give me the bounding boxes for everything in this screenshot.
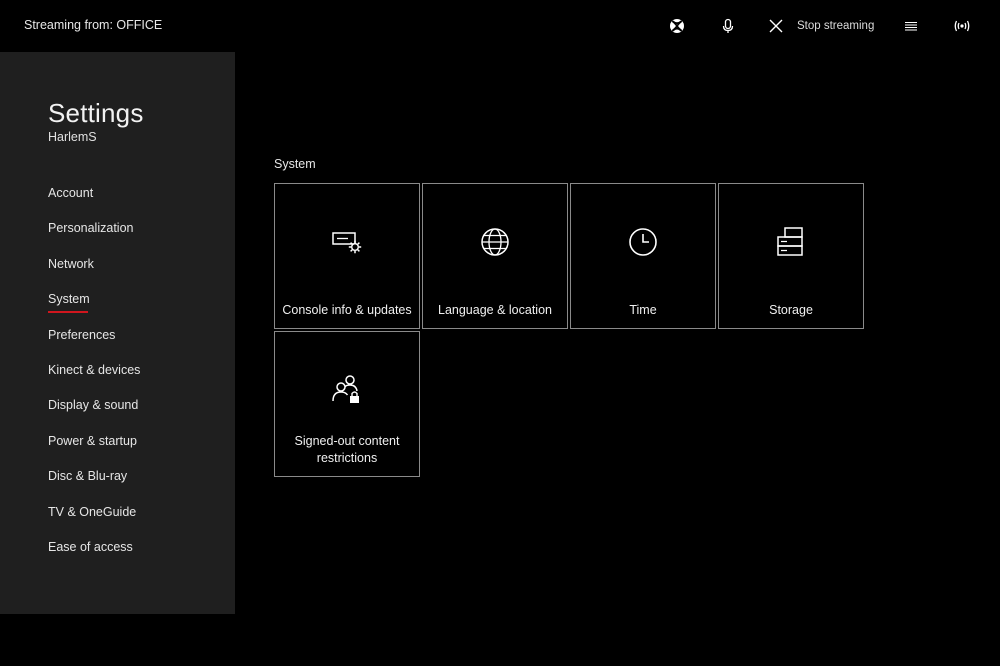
tile-label: Language & location	[438, 303, 552, 317]
sidebar-item-disc-bluray[interactable]: Disc & Blu-ray	[48, 469, 140, 504]
section-title: System	[274, 157, 316, 171]
users-lock-icon	[332, 375, 359, 403]
sidebar-item-tv-oneguide[interactable]: TV & OneGuide	[48, 505, 140, 540]
tile-label: Signed-out content restrictions	[294, 434, 400, 465]
tile-time[interactable]: Time	[570, 183, 716, 329]
sidebar-item-kinect-devices[interactable]: Kinect & devices	[48, 363, 140, 398]
tile-label: Time	[629, 303, 657, 317]
tile-storage[interactable]: Storage	[718, 183, 864, 329]
sidebar-item-network[interactable]: Network	[48, 257, 140, 292]
stop-streaming-label: Stop streaming	[797, 20, 875, 32]
settings-sidebar: Settings HarlemS Account Personalization…	[0, 52, 235, 614]
console-gear-icon	[332, 232, 362, 254]
tile-language-location[interactable]: Language & location	[422, 183, 568, 329]
tile-label: Console info & updates	[282, 303, 412, 317]
gamertag: HarlemS	[48, 130, 97, 144]
tile-signed-out-content-restrictions[interactable]: Signed-out content restrictions	[274, 331, 420, 477]
sidebar-item-preferences[interactable]: Preferences	[48, 328, 140, 363]
page-title: Settings	[48, 98, 144, 128]
storage-icon	[777, 227, 803, 256]
menu-icon[interactable]	[902, 17, 920, 35]
sidebar-item-ease-of-access[interactable]: Ease of access	[48, 540, 140, 575]
sidebar-item-power-startup[interactable]: Power & startup	[48, 434, 140, 469]
close-icon	[769, 19, 783, 33]
top-bar: Streaming from: OFFICE Stop streaming	[0, 0, 1000, 52]
microphone-icon[interactable]	[719, 17, 737, 35]
globe-icon	[481, 228, 509, 256]
sidebar-item-display-sound[interactable]: Display & sound	[48, 398, 140, 433]
sidebar-item-personalization[interactable]: Personalization	[48, 221, 140, 256]
streaming-source-label: Streaming from: OFFICE	[24, 18, 163, 32]
settings-nav: Account Personalization Network System P…	[48, 186, 140, 575]
sidebar-item-account[interactable]: Account	[48, 186, 140, 221]
tile-label: Storage	[769, 303, 813, 317]
clock-icon	[629, 228, 657, 256]
tile-console-info-updates[interactable]: Console info & updates	[274, 183, 420, 329]
sidebar-item-system[interactable]: System	[48, 292, 140, 327]
stop-streaming-button[interactable]: Stop streaming	[768, 16, 874, 36]
xbox-icon[interactable]	[668, 17, 686, 35]
broadcast-icon[interactable]	[953, 17, 971, 35]
